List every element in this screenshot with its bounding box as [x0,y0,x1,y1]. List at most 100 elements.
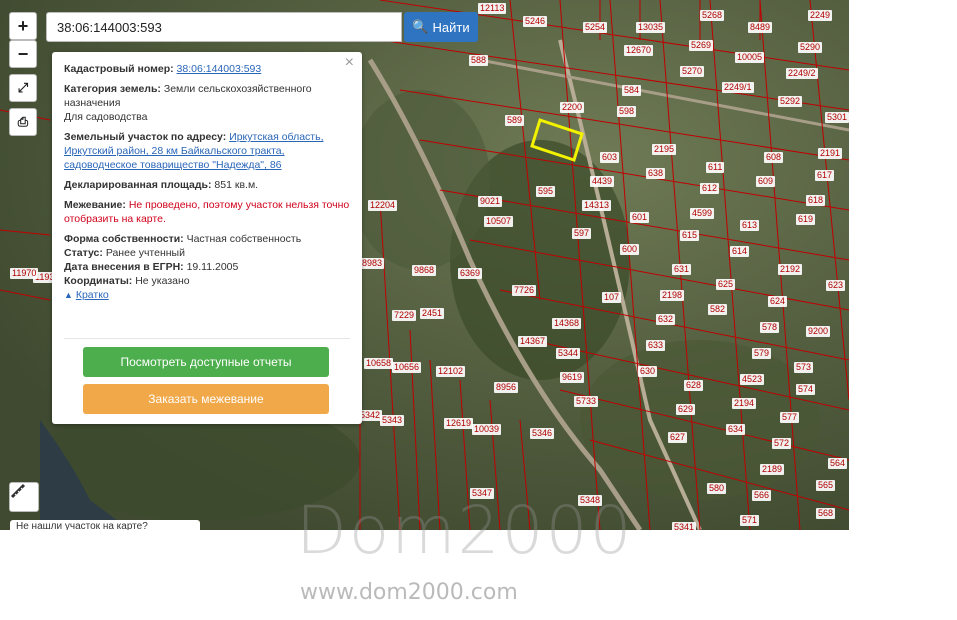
parcel-label[interactable]: 601 [630,212,650,223]
parcel-label[interactable]: 5270 [680,66,705,77]
parcel-label[interactable]: 623 [826,280,846,291]
parcel-label[interactable]: 608 [764,152,784,163]
parcel-label[interactable]: 7229 [392,310,417,321]
parcel-label[interactable]: 578 [760,322,780,333]
cadastral-link[interactable]: 38:06:144003:593 [177,63,262,75]
parcel-label[interactable]: 564 [828,458,848,469]
parcel-label[interactable]: 2194 [732,398,757,409]
parcel-label[interactable]: 12113 [478,3,507,14]
parcel-label[interactable]: 2198 [660,290,685,301]
parcel-label[interactable]: 628 [684,380,704,391]
parcel-label[interactable]: 603 [600,152,620,163]
not-found-hint[interactable]: Не нашли участок на карте? [10,520,200,530]
parcel-label[interactable]: 566 [752,490,772,501]
parcel-label[interactable]: 2249/1 [722,82,754,93]
parcel-label[interactable]: 624 [768,296,788,307]
parcel-label[interactable]: 574 [796,384,816,395]
collapse-link[interactable]: Кратко [76,289,109,301]
parcel-label[interactable]: 4599 [690,208,715,219]
parcel-label[interactable]: 588 [469,55,489,66]
parcel-label[interactable]: 14368 [552,318,582,329]
parcel-label[interactable]: 5246 [523,16,548,27]
parcel-label[interactable]: 2249/2 [786,68,818,79]
parcel-label[interactable]: 589 [505,115,525,126]
parcel-label[interactable]: 12102 [436,366,466,377]
measure-button[interactable] [9,482,39,512]
parcel-label[interactable]: 9021 [478,196,503,207]
parcel-label[interactable]: 579 [752,348,772,359]
parcel-label[interactable]: 12670 [624,45,654,56]
parcel-label[interactable]: 573 [794,362,814,373]
map-view[interactable]: 12113 5246 5254 13035 5268 8489 2249 588 12670 52… [0,0,849,530]
parcel-label[interactable]: 8983 [360,258,385,269]
parcel-label[interactable]: 4523 [740,374,765,385]
parcel-label[interactable]: 10658 [364,358,394,369]
parcel-label[interactable]: 634 [726,424,746,435]
parcel-label[interactable]: 6369 [458,268,483,279]
parcel-label[interactable]: 4439 [590,176,615,187]
parcel-label[interactable]: 5268 [700,10,725,21]
parcel-label[interactable]: 2191 [818,148,843,159]
parcel-label[interactable]: 2192 [778,264,803,275]
parcel-label[interactable]: 2189 [760,464,785,475]
parcel-label[interactable]: 584 [622,85,642,96]
parcel-label[interactable]: 2200 [560,102,585,113]
parcel-label[interactable]: 8489 [748,22,773,33]
parcel-label[interactable]: 10507 [484,216,514,227]
parcel-label[interactable]: 12619 [444,418,474,429]
parcel-label[interactable]: 2195 [652,144,677,155]
parcel-label[interactable]: 14367 [518,336,548,347]
parcel-label[interactable]: 597 [572,228,592,239]
parcel-label[interactable]: 10005 [735,52,765,63]
parcel-label[interactable]: 612 [700,183,720,194]
parcel-label[interactable]: 9200 [806,326,831,337]
parcel-label[interactable]: 633 [646,340,666,351]
parcel-label[interactable]: 615 [680,230,700,241]
parcel-label[interactable]: 577 [780,412,800,423]
parcel-label[interactable]: 5344 [556,348,581,359]
parcel-label[interactable]: 629 [676,404,696,415]
parcel-label[interactable]: 571 [740,515,760,526]
parcel-label[interactable]: 613 [740,220,760,231]
search-input[interactable] [46,12,402,42]
parcel-label[interactable]: 11970 [10,268,39,279]
parcel-label[interactable]: 611 [706,162,725,173]
parcel-label[interactable]: 631 [672,264,692,275]
view-reports-button[interactable]: Посмотреть доступные отчеты [83,347,329,377]
parcel-label[interactable]: 5343 [380,415,405,426]
parcel-label[interactable]: 614 [730,246,750,257]
close-icon[interactable]: × [345,55,354,71]
parcel-label[interactable]: 5254 [583,22,608,33]
parcel-label[interactable]: 630 [638,366,658,377]
parcel-label[interactable]: 600 [620,244,640,255]
parcel-label[interactable]: 632 [656,314,676,325]
parcel-label[interactable]: 107 [602,292,622,303]
print-button[interactable]: ⎙ [9,108,37,136]
parcel-label[interactable]: 7726 [512,285,537,296]
parcel-label[interactable]: 568 [816,508,836,519]
parcel-label[interactable]: 5301 [825,112,849,123]
parcel-label[interactable]: 638 [646,168,666,179]
parcel-label[interactable]: 10656 [392,362,422,373]
parcel-label[interactable]: 9619 [560,372,585,383]
parcel-label[interactable]: 627 [668,432,688,443]
parcel-label[interactable]: 565 [816,480,836,491]
fullscreen-button[interactable]: ⤢ [9,74,37,102]
parcel-label[interactable]: 5341 [672,522,697,530]
parcel-label[interactable]: 580 [707,483,727,494]
parcel-label[interactable]: 5269 [689,40,714,51]
parcel-label[interactable]: 598 [617,106,637,117]
order-survey-button[interactable]: Заказать межевание [83,384,329,414]
parcel-label[interactable]: 618 [806,195,826,206]
parcel-label[interactable]: 2249 [808,10,833,21]
parcel-label[interactable]: 609 [756,176,776,187]
parcel-label[interactable]: 595 [536,186,556,197]
zoom-in-button[interactable]: + [9,12,37,40]
parcel-label[interactable]: 14313 [582,200,612,211]
zoom-out-button[interactable]: − [9,40,37,68]
parcel-label[interactable]: 5733 [574,396,599,407]
parcel-label[interactable]: 572 [772,438,792,449]
parcel-label[interactable]: 625 [716,279,736,290]
parcel-label[interactable]: 5292 [778,96,803,107]
parcel-label[interactable]: 9868 [412,265,437,276]
